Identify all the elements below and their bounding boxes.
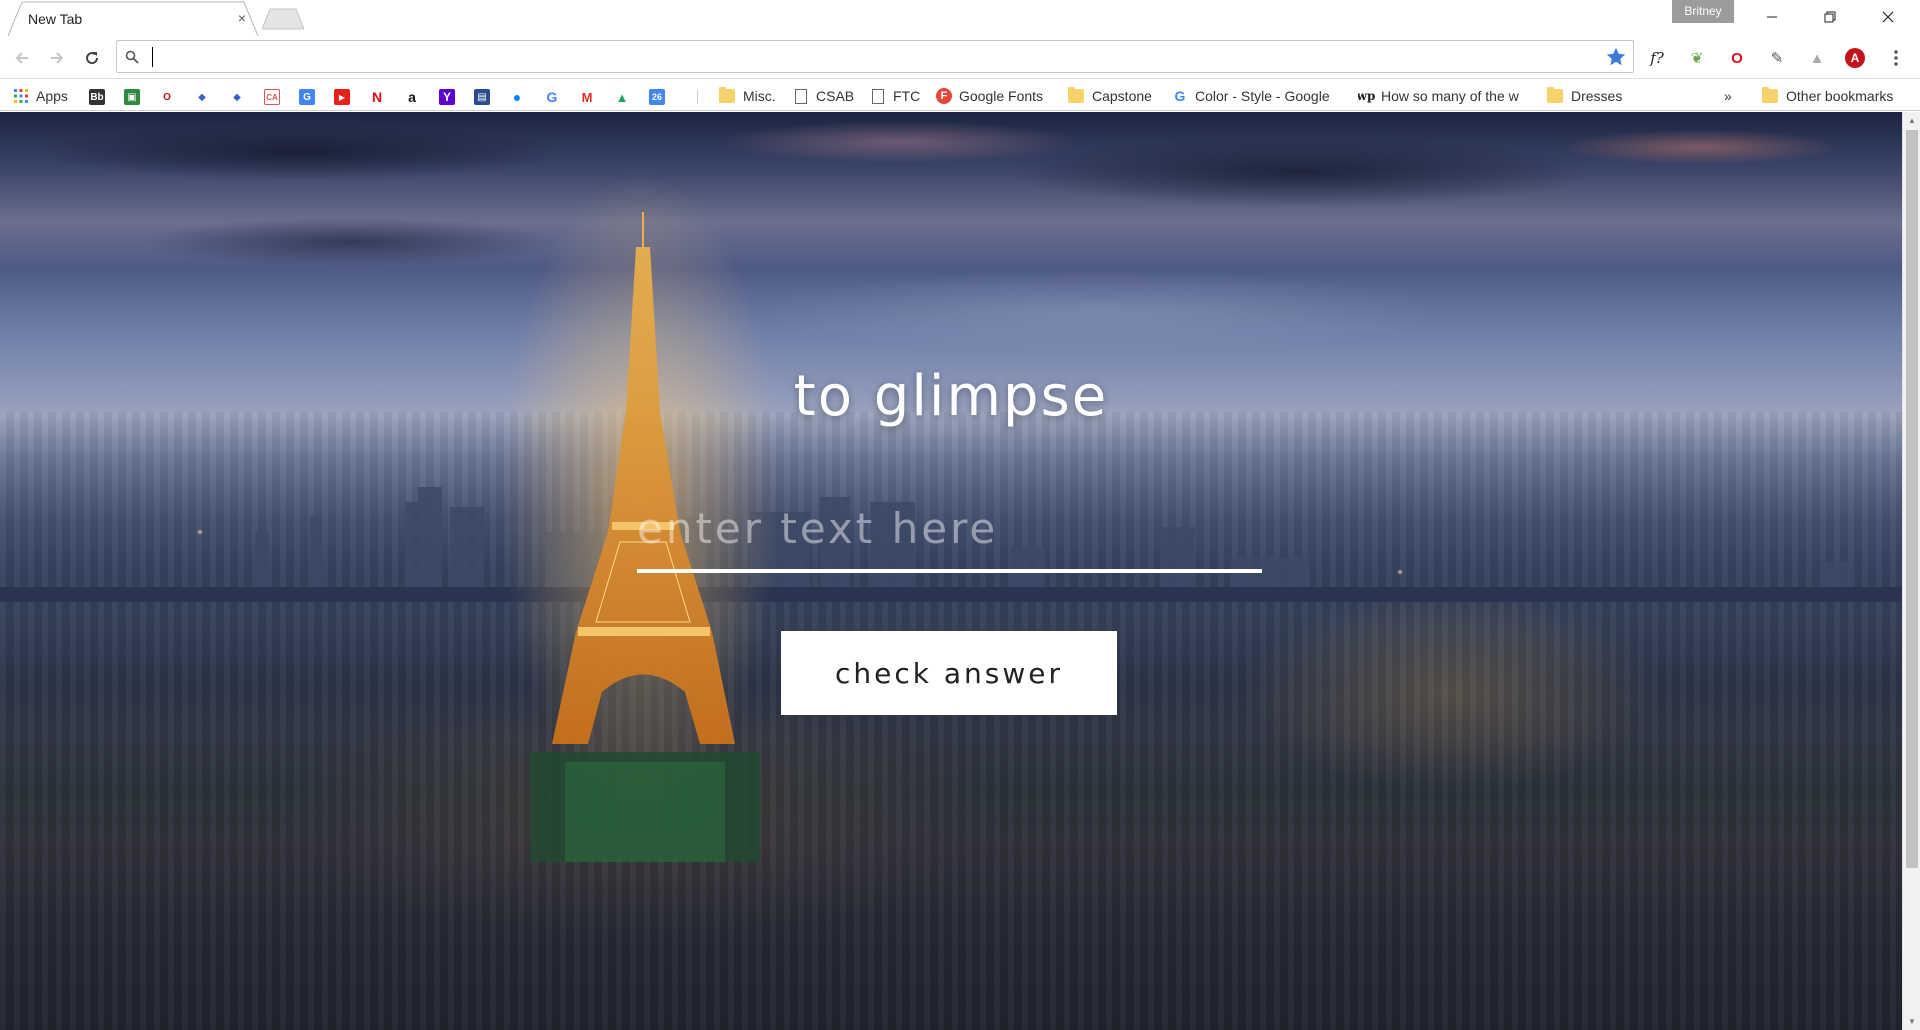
opera-extension-icon[interactable]: O [1725,46,1749,70]
page-title: to glimpse [793,364,1109,429]
bookmark-folder-dresses[interactable]: Dresses [1547,85,1622,107]
bookmark-label: How so many of the w [1381,88,1519,104]
restore-icon [1824,11,1836,23]
drive-extension-icon[interactable]: ▲ [1805,46,1829,70]
folder-icon [1068,87,1084,103]
scroll-down-arrow-icon[interactable]: ▼ [1903,1013,1920,1030]
forward-button[interactable] [45,46,69,70]
folder-icon [1547,87,1563,103]
tab-title: New Tab [28,11,83,27]
apps-bookmark[interactable]: Apps [13,85,68,107]
restore-button[interactable] [1801,0,1859,34]
other-bookmarks-label: Other bookmarks [1786,88,1894,104]
close-icon [1882,11,1894,23]
youtube-icon[interactable]: ▶ [334,89,350,105]
title-bar: New Tab × Britney [0,0,1920,36]
other-bookmarks-folder[interactable]: Other bookmarks [1762,85,1893,107]
news-icon[interactable]: ▤ [474,89,490,105]
translate-icon[interactable]: G [299,89,315,105]
bb-icon[interactable]: Bb [89,89,105,105]
classroom-icon[interactable]: ▣ [124,89,140,105]
bookmark-folder-capstone[interactable]: Capstone [1068,85,1152,107]
back-button[interactable] [10,46,34,70]
bookmark-label: CSAB [816,88,855,104]
bookmarks-separator [697,90,698,104]
bookmark-star-icon[interactable] [1605,46,1627,68]
bookmark-color-style[interactable]: G Color - Style - Google [1172,85,1330,107]
bookmark-google-fonts[interactable]: F Google Fonts [936,85,1043,107]
menu-button[interactable] [1884,46,1908,70]
profile-button[interactable]: Britney [1672,0,1734,23]
netflix-icon[interactable]: N [369,89,385,105]
folder-icon [1762,87,1778,103]
gmail-icon[interactable]: M [579,89,595,105]
minimize-button[interactable] [1743,0,1801,34]
google-icon: G [1174,88,1186,104]
wp-icon: wp [1358,89,1376,103]
new-tab-button[interactable] [261,8,305,33]
diamond-icon-2[interactable]: ◆ [229,89,245,105]
forward-arrow-icon [51,52,64,64]
eyedropper-extension-icon[interactable]: ✎ [1765,46,1789,70]
scroll-up-arrow-icon[interactable]: ▲ [1903,112,1920,129]
check-answer-button[interactable]: check answer [781,631,1117,715]
scrollbar-thumb[interactable] [1906,130,1918,868]
browser-tab[interactable]: New Tab × [8,1,259,36]
reload-button[interactable] [80,46,104,70]
minimize-icon [1767,16,1777,18]
bookmark-ftc[interactable]: FTC [872,85,920,107]
amazon-icon[interactable]: a [404,89,420,105]
back-arrow-icon [15,52,28,64]
bookmark-washington-post[interactable]: wp How so many of the w [1358,85,1528,107]
page-content: to glimpse check answer [0,112,1902,1030]
yahoo-icon[interactable]: Y [439,89,455,105]
reload-icon [86,52,99,65]
ca-icon[interactable]: CA [264,89,280,105]
vertical-scrollbar[interactable]: ▲ ▼ [1902,112,1920,1030]
google-icon[interactable]: G [544,89,560,105]
text-caret [152,47,153,67]
bookmark-label: Color - Style - Google [1195,88,1330,104]
bookmark-csab[interactable]: CSAB [795,85,854,107]
search-icon [125,50,139,64]
address-input[interactable] [151,46,1571,68]
page-icon [872,88,884,104]
bookmark-label: FTC [893,88,921,104]
bookmark-folder-misc[interactable]: Misc. [719,85,776,107]
toolbar: f? ❦ O ✎ ▲ A [0,36,1920,79]
bookmark-label: Dresses [1571,88,1623,104]
opera-icon[interactable]: O [159,89,175,105]
bookmark-label: Misc. [743,88,776,104]
calendar-icon[interactable]: 26 [649,89,665,105]
bookmark-label: Google Fonts [959,88,1044,104]
bookmark-label: Capstone [1092,88,1152,104]
address-bar[interactable] [116,40,1634,73]
kebab-menu-icon [1894,50,1898,66]
bookmarks-overflow-button[interactable]: » [1724,85,1732,107]
apps-label: Apps [36,88,68,104]
diamond-icon-1[interactable]: ◆ [194,89,210,105]
close-tab-icon[interactable]: × [233,9,251,27]
leaf-extension-icon[interactable]: ❦ [1685,46,1709,70]
close-window-button[interactable] [1859,0,1917,34]
page-icon [795,88,807,104]
folder-icon [719,87,735,103]
bookmarks-bar: Apps Bb ▣ O ◆ ◆ CA G ▶ N a Y ▤ ● G M ▲ 2… [0,80,1920,111]
google-fonts-icon: F [936,88,952,104]
messenger-icon[interactable]: ● [509,89,525,105]
font-extension-icon[interactable]: f? [1645,46,1669,70]
drive-icon[interactable]: ▲ [614,89,630,105]
apps-grid-icon [14,89,28,103]
input-underline [637,569,1262,573]
answer-input[interactable] [637,503,1265,553]
adobe-extension-icon[interactable]: A [1845,48,1865,68]
